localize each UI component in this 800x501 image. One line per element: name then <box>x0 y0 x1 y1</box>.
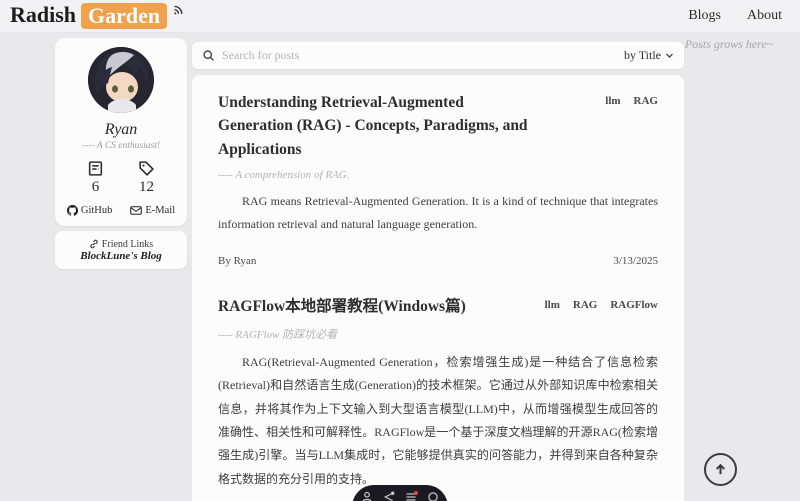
post-tags: llm RAG RAGFlow <box>545 295 658 311</box>
search-bar: by Title <box>192 42 684 69</box>
post-tag[interactable]: llm <box>545 299 560 311</box>
nav-blogs[interactable]: Blogs <box>688 8 721 24</box>
post-tag[interactable]: RAG <box>573 299 597 311</box>
arrow-up-icon <box>713 462 728 477</box>
post-tags: llm RAG <box>605 91 658 107</box>
post-tag[interactable]: RAGFlow <box>610 299 658 311</box>
post-subtitle: ---- RAGFlow 防踩坑必看 <box>218 326 658 342</box>
rss-icon[interactable] <box>172 4 185 17</box>
nav-about[interactable]: About <box>747 8 782 24</box>
menu-icon[interactable] <box>405 491 417 501</box>
friend-links-label: Friend Links <box>102 239 153 250</box>
post-title[interactable]: RAGFlow本地部署教程(Windows篇) <box>218 295 535 318</box>
link-icon <box>89 239 99 249</box>
avatar[interactable] <box>88 47 154 113</box>
email-label: E-Mail <box>145 205 175 216</box>
profile-name: Ryan <box>105 121 138 139</box>
side-note: Posts grows here~ <box>674 37 784 52</box>
site-logo[interactable]: Radish Garden <box>10 3 185 28</box>
tags-count: 12 <box>139 179 154 196</box>
friend-links-card: Friend Links BlockLune's Blog <box>55 231 187 269</box>
logo-text-primary: Radish <box>10 3 76 27</box>
floating-dock[interactable] <box>352 485 448 501</box>
chevron-down-icon <box>665 51 674 60</box>
post-excerpt: RAG(Retrieval-Augmented Generation，检索增强生… <box>218 351 658 491</box>
search-icon <box>202 49 215 62</box>
post-excerpt: RAG means Retrieval-Augmented Generation… <box>218 190 658 237</box>
posts-stat[interactable]: 6 <box>87 160 104 196</box>
user-icon[interactable] <box>361 491 373 501</box>
header: Radish Garden Blogs About <box>0 0 800 33</box>
contact-row: GitHub E-Mail <box>67 205 175 216</box>
post-item: RAGFlow本地部署教程(Windows篇) llm RAG RAGFlow … <box>218 295 658 501</box>
post-subtitle: ---- A comprehension of RAG. <box>218 169 658 181</box>
posts-icon <box>87 160 104 177</box>
page: Radish Garden Blogs About Posts grows he… <box>0 0 800 501</box>
sort-dropdown[interactable]: by Title <box>624 48 674 63</box>
search-input[interactable] <box>222 48 617 63</box>
post-date: 3/13/2025 <box>613 255 658 267</box>
sort-label: by Title <box>624 48 661 63</box>
profile-bio: ---- A CS enthusiast! <box>82 141 160 151</box>
post-tag[interactable]: RAG <box>634 95 658 107</box>
posts-list: Understanding Retrieval-Augmented Genera… <box>192 75 684 501</box>
post-title[interactable]: Understanding Retrieval-Augmented Genera… <box>218 91 535 161</box>
friend-links-title: Friend Links <box>89 239 153 250</box>
post-item: Understanding Retrieval-Augmented Genera… <box>218 91 658 267</box>
github-icon <box>67 205 78 216</box>
scroll-top-button[interactable] <box>704 453 737 486</box>
github-link[interactable]: GitHub <box>67 205 113 216</box>
post-tag[interactable]: llm <box>605 95 620 107</box>
share-icon[interactable] <box>383 491 395 501</box>
friend-link-item[interactable]: BlockLune's Blog <box>80 250 162 262</box>
posts-count: 6 <box>92 179 100 196</box>
tag-icon <box>138 160 155 177</box>
github-label: GitHub <box>81 205 113 216</box>
profile-stats: 6 12 <box>87 160 155 196</box>
tags-stat[interactable]: 12 <box>138 160 155 196</box>
logo-text-accent: Garden <box>81 3 167 28</box>
email-link[interactable]: E-Mail <box>130 205 175 216</box>
profile-card: Ryan ---- A CS enthusiast! 6 <box>55 38 187 226</box>
post-author: By Ryan <box>218 255 256 267</box>
notification-dot <box>414 491 418 495</box>
email-icon <box>130 205 142 216</box>
header-nav: Blogs About <box>688 8 782 24</box>
theme-icon[interactable] <box>427 491 439 501</box>
